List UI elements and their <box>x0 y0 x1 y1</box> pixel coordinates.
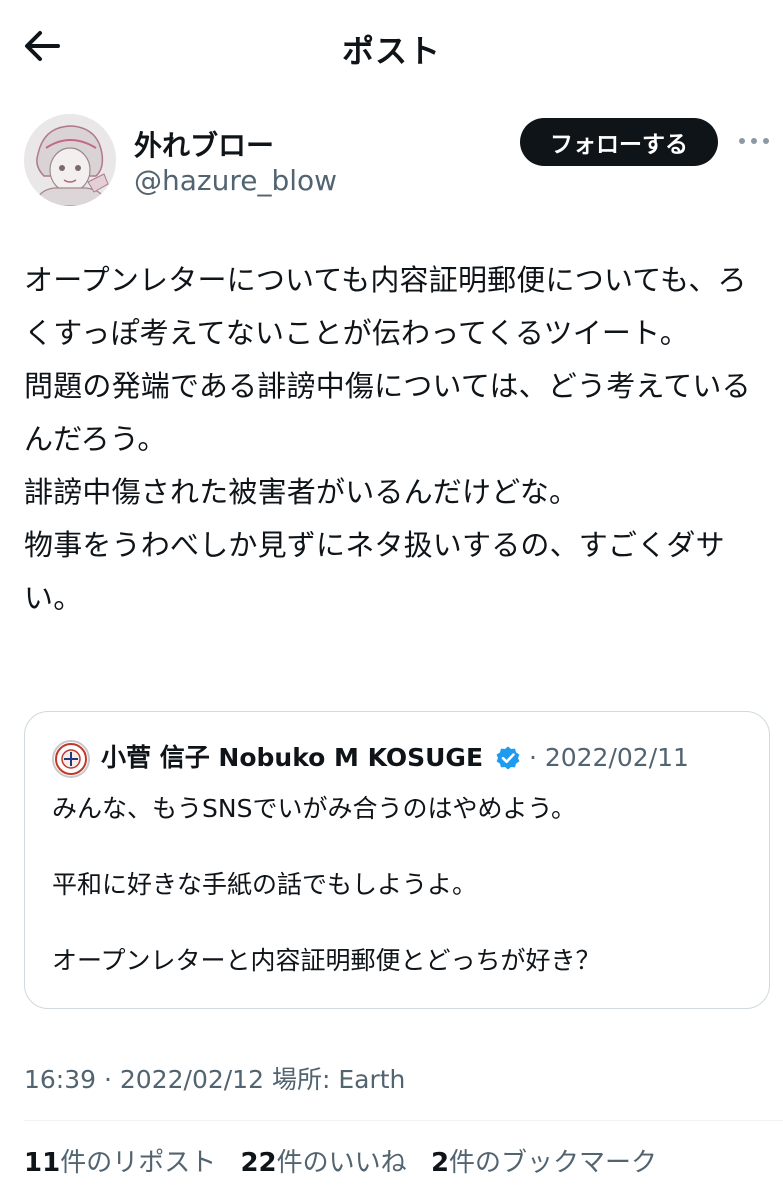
meta-separator: · <box>104 1065 112 1094</box>
quoted-date: 2022/02/11 <box>544 743 689 772</box>
bookmarks-stat[interactable]: 2件のブックマーク <box>431 1148 657 1178</box>
post-timestamp: 16:39 · 2022/02/12 場所: Earth <box>24 1060 405 1096</box>
divider <box>24 1120 783 1121</box>
tweet-text: オープンレターについても内容証明郵便についても、ろくすっぽ考えてないことが伝わっ… <box>24 263 751 615</box>
avatar-illustration <box>24 114 116 206</box>
more-horizontal-icon <box>739 138 769 144</box>
reposts-count: 11 <box>24 1148 61 1178</box>
place-label: 場所: <box>271 1065 331 1094</box>
page-title: ポスト <box>341 32 441 70</box>
follow-button[interactable]: フォローする <box>520 118 718 166</box>
reposts-stat[interactable]: 11件のリポスト <box>24 1148 216 1178</box>
place-value[interactable]: Earth <box>338 1065 405 1094</box>
quoted-post[interactable]: 小菅 信子 Nobuko M KOSUGE · 2022/02/11 みんな、も… <box>24 711 770 1009</box>
verified-badge <box>495 745 521 781</box>
quoted-author-name: 小菅 信子 Nobuko M KOSUGE <box>101 743 484 772</box>
top-bar: ポスト <box>0 0 783 92</box>
quoted-avatar <box>52 740 90 778</box>
post-date[interactable]: 2022/02/12 <box>120 1065 264 1094</box>
author-row: 外れブロー @hazure_blow フォローする <box>24 112 769 212</box>
author-name[interactable]: 外れブロー <box>134 124 274 164</box>
post-time[interactable]: 16:39 <box>24 1065 96 1094</box>
likes-count: 22 <box>240 1148 277 1178</box>
likes-label: 件のいいね <box>276 1148 407 1178</box>
author-handle: @hazure_blow <box>134 164 338 197</box>
reposts-label: 件のリポスト <box>60 1148 217 1178</box>
bookmarks-count: 2 <box>430 1148 450 1178</box>
seal-emblem-icon <box>55 743 87 775</box>
quoted-text: みんな、もうSNSでいがみ合うのはやめよう。 平和に好きな手紙の話でもしようよ。… <box>52 794 601 975</box>
engagement-stats: 11件のリポスト 22件のいいね 2件のブックマーク <box>24 1142 673 1179</box>
likes-stat[interactable]: 22件のいいね <box>240 1148 406 1178</box>
bookmarks-label: 件のブックマーク <box>449 1148 658 1178</box>
quoted-header: 小菅 信子 Nobuko M KOSUGE · 2022/02/11 <box>101 740 689 781</box>
quoted-separator: · <box>528 743 537 772</box>
avatar[interactable] <box>24 114 116 206</box>
more-options-button[interactable] <box>734 126 774 156</box>
verified-badge-icon <box>496 746 520 770</box>
